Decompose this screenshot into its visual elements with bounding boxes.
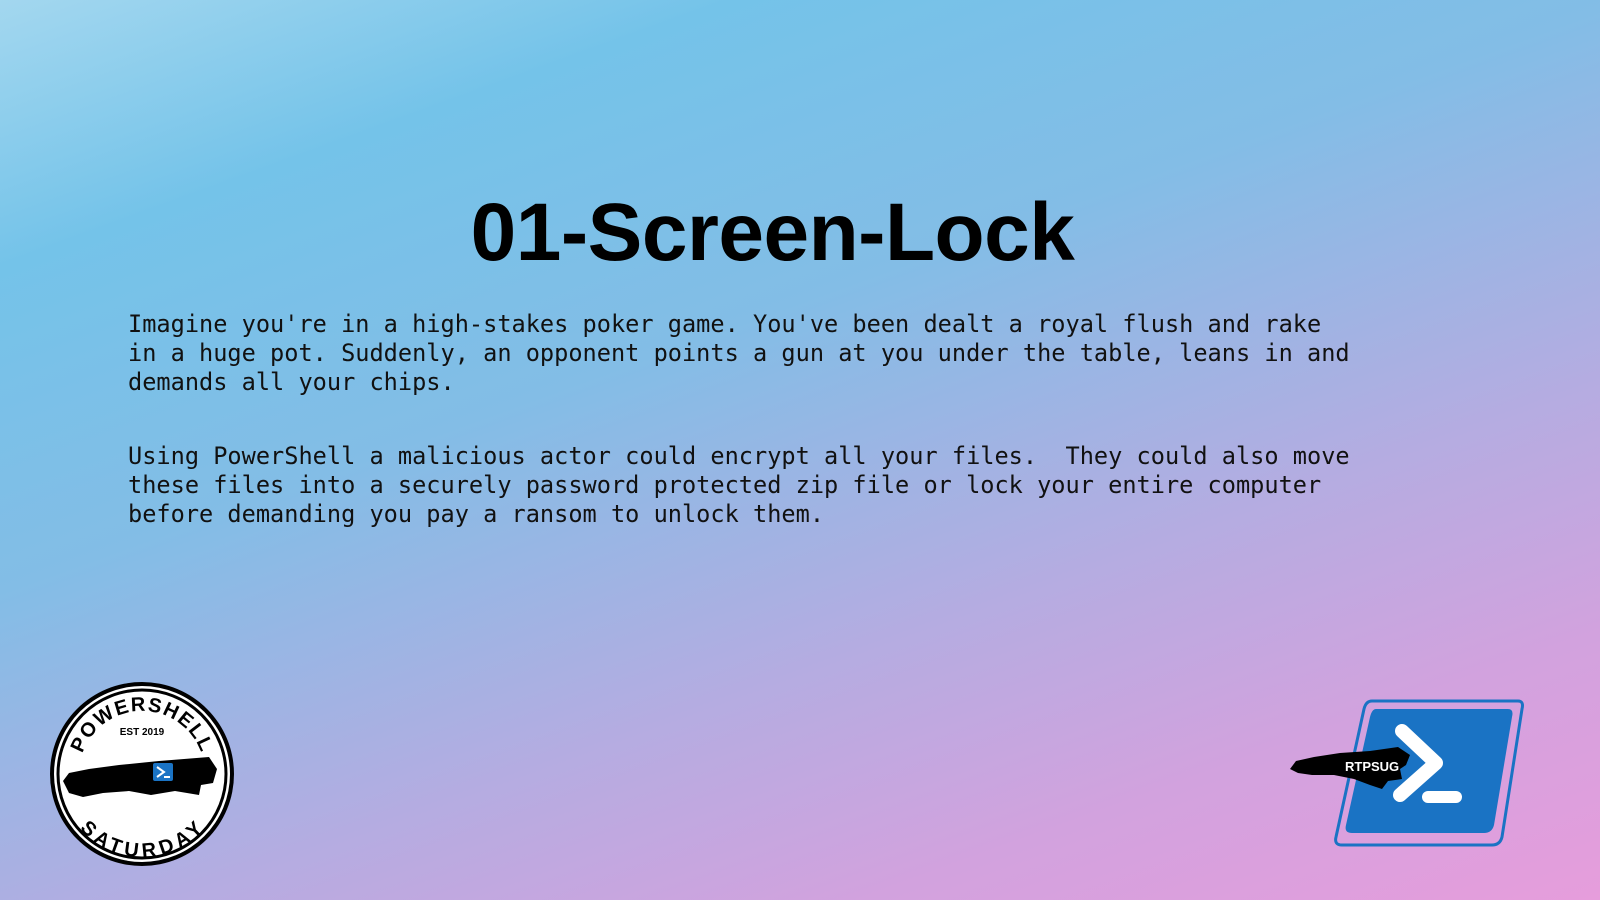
- powershell-saturday-logo: POWERSHELL SATURDAY EST 2019: [50, 682, 234, 866]
- rtpsug-logo: [1290, 699, 1524, 847]
- detail-paragraph: Using PowerShell a malicious actor could…: [128, 442, 1350, 528]
- intro-paragraph: Imagine you're in a high-stakes poker ga…: [128, 310, 1350, 396]
- slide-title: 01-Screen-Lock: [470, 187, 1075, 278]
- slide: 01-Screen-Lock Imagine you're in a high-…: [0, 0, 1600, 900]
- rtpsug-label: RTPSUG: [1345, 759, 1400, 774]
- logo-est-text: EST 2019: [120, 727, 165, 738]
